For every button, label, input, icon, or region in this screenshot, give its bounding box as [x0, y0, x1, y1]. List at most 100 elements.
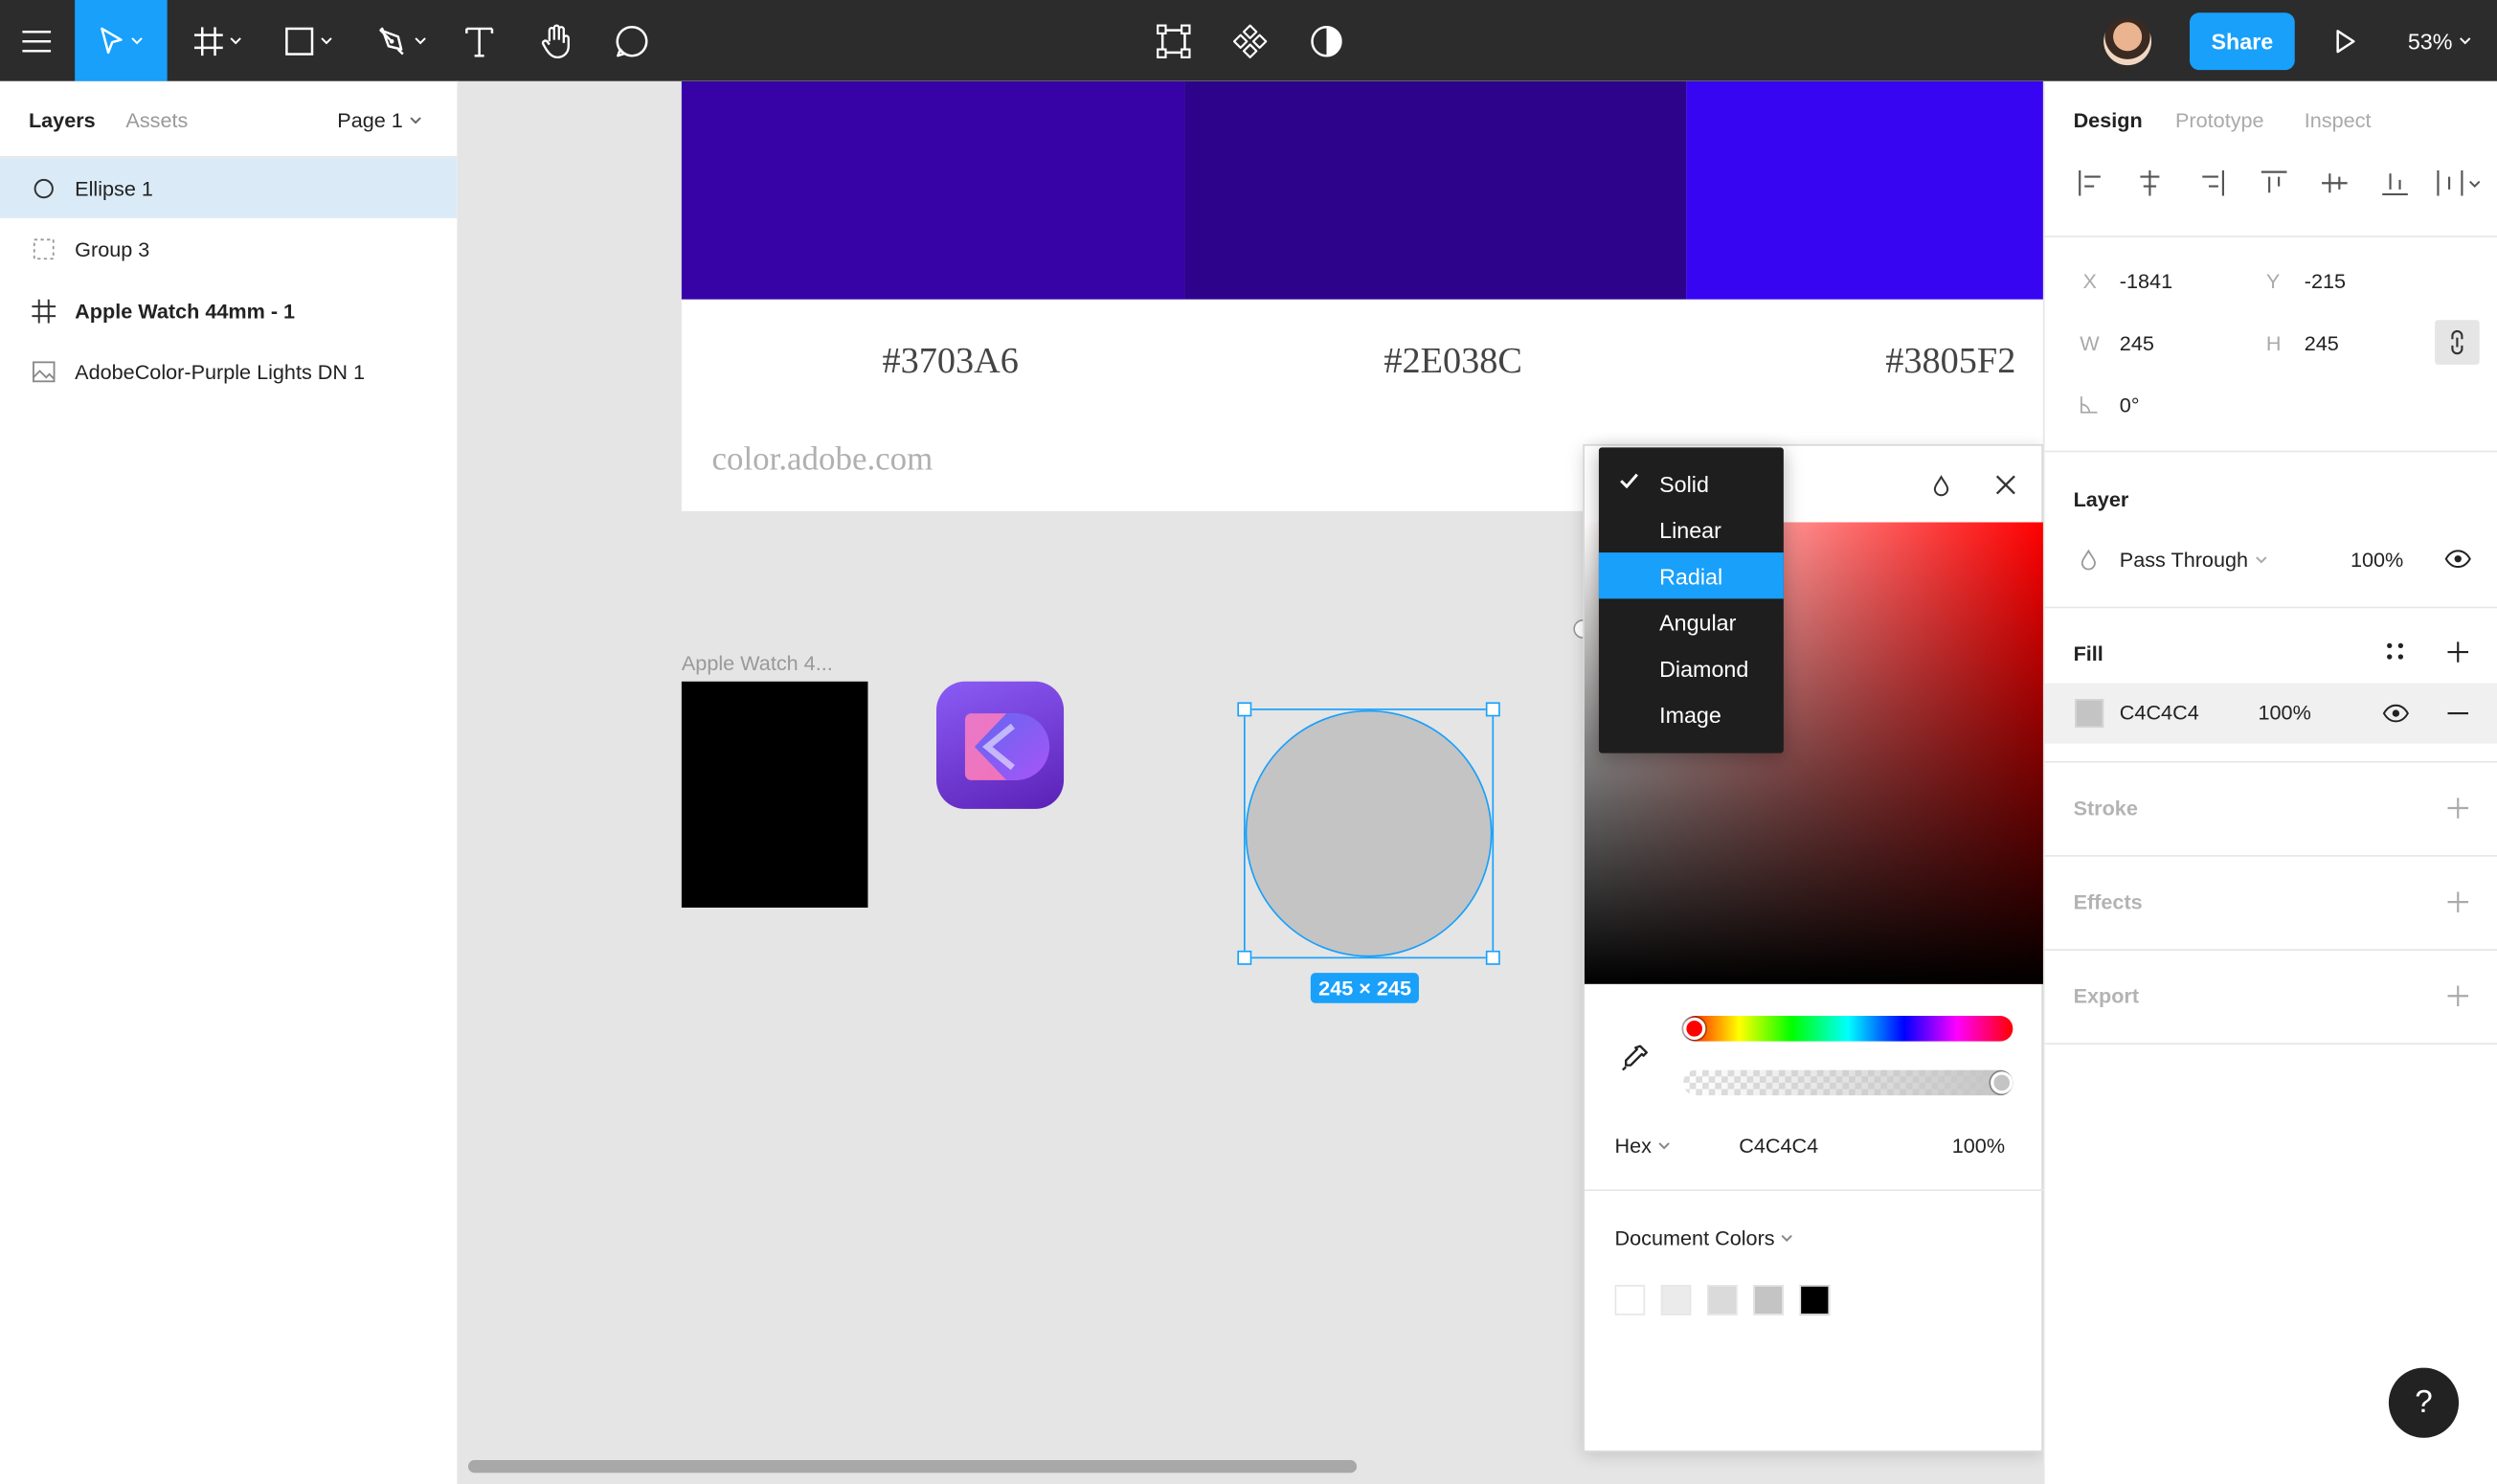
rotation-icon	[2080, 396, 2098, 414]
layer-row[interactable]: Apple Watch 44mm - 1	[0, 281, 457, 341]
frame-tool-button[interactable]	[180, 0, 257, 81]
align-bottom-icon[interactable]	[2381, 169, 2410, 197]
create-component-button[interactable]	[1150, 0, 1198, 81]
y-label: Y	[2265, 269, 2281, 294]
mask-button[interactable]	[1303, 0, 1351, 81]
hand-tool-icon	[541, 23, 570, 58]
horizontal-scrollbar[interactable]	[467, 1460, 1358, 1473]
add-effect-icon[interactable]	[2447, 891, 2469, 912]
fill-type-image[interactable]: Image	[1599, 691, 1784, 737]
image-icon	[33, 361, 56, 383]
adobe-url-text: color.adobe.com	[711, 439, 934, 478]
distribute-icon[interactable]	[2435, 169, 2483, 197]
align-left-icon[interactable]	[2077, 169, 2105, 197]
fill-color-swatch[interactable]	[2075, 699, 2104, 729]
align-right-icon[interactable]	[2197, 169, 2226, 197]
constrain-proportions-button[interactable]	[2435, 320, 2480, 365]
color-format-dropdown[interactable]: Hex	[1615, 1134, 1671, 1158]
hue-slider[interactable]	[1683, 1016, 2013, 1042]
align-horizontal-center-icon[interactable]	[2135, 169, 2164, 197]
fill-hex-input[interactable]: C4C4C4	[2120, 701, 2199, 725]
fill-type-diamond[interactable]: Diamond	[1599, 645, 1784, 691]
main-menu-button[interactable]	[0, 0, 74, 81]
tab-prototype[interactable]: Prototype	[2175, 108, 2264, 132]
opacity-input[interactable]: 100%	[1952, 1134, 2005, 1158]
ellipse-icon	[34, 178, 54, 199]
layer-name: Group 3	[75, 236, 150, 260]
fill-type-solid[interactable]: Solid	[1599, 461, 1784, 506]
align-top-icon[interactable]	[2260, 169, 2288, 197]
share-button[interactable]: Share	[2189, 12, 2295, 71]
fill-type-radial[interactable]: Radial	[1598, 552, 1784, 599]
document-color-swatch[interactable]	[1614, 1285, 1646, 1315]
x-input[interactable]: -1841	[2120, 269, 2172, 293]
hue-slider-thumb[interactable]	[1683, 1017, 1706, 1040]
fill-type-label: Angular	[1659, 609, 1737, 635]
help-button[interactable]: ?	[2388, 1367, 2460, 1438]
text-tool-button[interactable]	[456, 0, 504, 81]
style-grid-icon[interactable]	[2386, 641, 2405, 661]
resize-handle[interactable]	[1237, 950, 1252, 965]
align-vertical-center-icon[interactable]	[2320, 169, 2349, 197]
present-button[interactable]	[2322, 0, 2370, 81]
blend-mode-drop-icon[interactable]	[1932, 475, 1951, 497]
fill-opacity-input[interactable]: 100%	[2259, 701, 2311, 725]
document-color-swatch[interactable]	[1660, 1285, 1692, 1315]
ellipse-selection[interactable]	[1237, 702, 1500, 965]
document-color-swatch[interactable]	[1799, 1285, 1831, 1315]
document-colors-dropdown[interactable]: Document Colors	[1615, 1226, 1794, 1250]
move-tool-button[interactable]	[75, 0, 168, 81]
opacity-slider-thumb[interactable]	[1991, 1071, 2013, 1094]
eye-icon[interactable]	[2382, 704, 2409, 723]
page-selector[interactable]: Page 1	[337, 108, 421, 132]
apple-watch-frame[interactable]	[681, 681, 868, 908]
divider	[2044, 450, 2497, 453]
resize-handle[interactable]	[1237, 702, 1252, 717]
add-export-icon[interactable]	[2447, 985, 2469, 1007]
y-input[interactable]: -215	[2305, 269, 2346, 293]
document-color-swatch[interactable]	[1753, 1285, 1784, 1315]
document-color-swatch[interactable]	[1707, 1285, 1738, 1315]
remove-fill-icon[interactable]	[2447, 711, 2469, 715]
height-input[interactable]: 245	[2305, 331, 2339, 355]
hex-input[interactable]: C4C4C4	[1739, 1134, 1818, 1158]
blend-mode-dropdown[interactable]: Pass Through	[2120, 548, 2267, 572]
width-input[interactable]: 245	[2120, 331, 2154, 355]
pen-tool-button[interactable]	[363, 0, 439, 81]
color-swatch	[681, 80, 1185, 300]
layer-row[interactable]: AdobeColor-Purple Lights DN 1	[0, 341, 457, 401]
comment-tool-button[interactable]	[608, 0, 656, 81]
layer-row[interactable]: Ellipse 1	[0, 157, 458, 218]
close-icon[interactable]	[1995, 475, 2016, 496]
tab-layers[interactable]: Layers	[29, 108, 96, 132]
eye-icon[interactable]	[2444, 550, 2471, 569]
layers-panel: Layers Assets Page 1 Ellipse 1 Group 3 A…	[0, 80, 460, 1484]
hand-tool-button[interactable]	[532, 0, 580, 81]
component-button[interactable]	[1226, 0, 1274, 81]
user-avatar[interactable]	[2103, 17, 2152, 66]
tab-assets[interactable]: Assets	[125, 108, 188, 132]
resize-handle[interactable]	[1485, 702, 1500, 717]
layer-row[interactable]: Group 3	[0, 218, 457, 279]
rotation-input[interactable]: 0°	[2120, 393, 2140, 417]
resize-handle[interactable]	[1485, 950, 1500, 965]
fill-type-linear[interactable]: Linear	[1599, 506, 1784, 552]
add-stroke-icon[interactable]	[2447, 798, 2469, 819]
zoom-dropdown[interactable]: 53%	[2408, 0, 2472, 81]
layer-opacity-input[interactable]: 100%	[2351, 548, 2403, 572]
fill-type-angular[interactable]: Angular	[1599, 598, 1784, 644]
blend-drop-icon	[2081, 549, 2096, 571]
checkmark-icon	[1620, 473, 1638, 489]
selection-box	[1244, 708, 1495, 959]
divider	[2044, 949, 2497, 951]
fill-row[interactable]: C4C4C4 100%	[2044, 683, 2497, 744]
eyedropper-icon[interactable]	[1620, 1042, 1652, 1073]
tab-inspect[interactable]: Inspect	[2305, 108, 2372, 132]
opacity-slider[interactable]	[1683, 1069, 2013, 1096]
app-icon-image[interactable]	[935, 681, 1065, 809]
frame-title-label[interactable]: Apple Watch 4...	[682, 651, 833, 675]
text-tool-icon	[465, 26, 494, 56]
tab-design[interactable]: Design	[2074, 108, 2143, 132]
add-fill-icon[interactable]	[2447, 641, 2469, 663]
shape-tool-button[interactable]	[271, 0, 348, 81]
